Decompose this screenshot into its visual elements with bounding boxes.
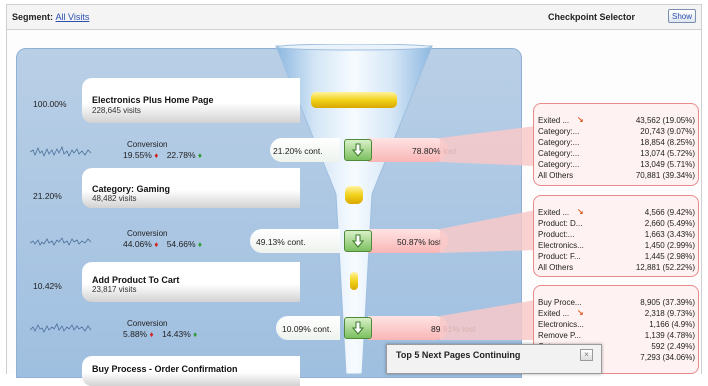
exit-row-value: 7,293 (34.06%) xyxy=(640,353,695,362)
exit-row-label: Exited ... xyxy=(538,309,570,318)
continue-percent: 21.20% cont. xyxy=(273,146,323,156)
exit-row-value: 4,566 (9.42%) xyxy=(644,208,695,217)
exit-row-value: 2,318 (9.73%) xyxy=(644,309,695,318)
step-name: Electronics Plus Home Page xyxy=(92,95,214,105)
exit-row-label: Category:... xyxy=(538,138,580,147)
exit-row-label: All Others xyxy=(538,171,574,180)
segment-label-text: Segment: xyxy=(12,12,54,22)
sparkline xyxy=(30,145,92,158)
continue-percent: 49.13% cont. xyxy=(256,237,306,247)
up-arrow-icon: ♦ xyxy=(197,151,202,160)
exit-row-label: Remove P... xyxy=(538,331,581,340)
step-visits: 48,482 visits xyxy=(92,194,137,203)
step-percent: 21.20% xyxy=(33,191,62,201)
exit-row-value: 1,450 (2.99%) xyxy=(644,241,695,250)
exit-row-label: Product:... xyxy=(538,230,575,239)
down-arrow-icon: ♦ xyxy=(149,330,154,339)
exit-row-value: 8,905 (37.39%) xyxy=(640,298,695,307)
exit-row-label: Exited ... xyxy=(538,208,570,217)
exit-row-value: 13,049 (5.71%) xyxy=(640,160,695,169)
down-arrow-icon xyxy=(352,321,364,335)
step-name: Category: Gaming xyxy=(92,184,171,194)
exit-arrow-icon: ↘ xyxy=(577,308,584,317)
conversion-rate-b: 14.43% xyxy=(161,329,191,339)
show-button[interactable]: Show xyxy=(668,9,696,23)
exit-row-value: 12,881 (52.22%) xyxy=(635,263,695,272)
exit-row-value: 70,881 (39.34%) xyxy=(635,171,695,180)
exit-arrow-icon: ↘ xyxy=(577,115,584,124)
up-arrow-icon: ♦ xyxy=(197,240,202,249)
down-arrow-icon xyxy=(352,143,364,157)
continue-percent: 10.09% cont. xyxy=(282,324,332,334)
funnel-bar-step-2 xyxy=(345,186,363,204)
step-visits: 228,645 visits xyxy=(92,106,141,115)
conversion-label: Conversion xyxy=(127,319,168,328)
continue-arrow-button[interactable] xyxy=(344,317,372,339)
sparkline xyxy=(30,237,92,246)
conversion-rate-b: 54.66% xyxy=(166,239,196,249)
exit-row-label: Product: D... xyxy=(538,219,583,228)
segment-bar: Segment: All Visits Checkpoint Selector … xyxy=(6,4,702,30)
conversion-label: Conversion xyxy=(127,229,168,238)
segment-link[interactable]: All Visits xyxy=(56,12,90,22)
lost-percent: 50.87% lost xyxy=(397,237,442,247)
exit-row-value: 1,445 (2.98%) xyxy=(644,252,695,261)
exit-row-value: 2,660 (5.49%) xyxy=(644,219,695,228)
close-icon[interactable]: × xyxy=(580,349,593,361)
lost-wedges xyxy=(440,126,536,340)
step-visits: 23,817 visits xyxy=(92,285,137,294)
exit-row-value: 1,663 (3.43%) xyxy=(644,230,695,239)
exit-row-value: 43,562 (19.05%) xyxy=(635,116,695,125)
exit-row-value: 1,166 (4.9%) xyxy=(649,320,695,329)
down-arrow-icon xyxy=(352,234,364,248)
popup-title: Top 5 Next Pages Continuing xyxy=(396,350,521,360)
conversion-rate-a: 5.88% xyxy=(123,329,148,339)
conversion-rate-b: 22.78% xyxy=(166,150,196,160)
exit-row-label: Category:... xyxy=(538,127,580,136)
segment-label: Segment: All Visits xyxy=(12,12,89,22)
continue-arrow-button[interactable] xyxy=(344,230,372,252)
exit-row-label: All Others xyxy=(538,263,574,272)
conversion-rate-a: 19.55% xyxy=(123,150,152,160)
exit-row-label: Buy Proce... xyxy=(538,298,582,307)
checkpoint-selector-label: Checkpoint Selector xyxy=(548,12,636,22)
next-pages-popup: Top 5 Next Pages Continuing × xyxy=(386,344,602,374)
conversion-label: Conversion xyxy=(127,140,168,149)
up-arrow-icon: ♦ xyxy=(193,330,198,339)
exit-row-value: 18,854 (8.25%) xyxy=(640,138,695,147)
conversion-values: 19.55% ♦ 22.78% ♦ xyxy=(123,150,202,160)
exit-row-label: Electronics... xyxy=(538,320,584,329)
conversion-values: 5.88% ♦ 14.43% ♦ xyxy=(123,329,197,339)
sparkline xyxy=(30,323,92,333)
conversion-rate-a: 44.06% xyxy=(123,239,152,249)
exit-row-value: 13,074 (5.72%) xyxy=(640,149,695,158)
exit-row-label: Category:... xyxy=(538,160,580,169)
exit-row-value: 592 (2.49%) xyxy=(651,342,695,351)
down-arrow-icon: ♦ xyxy=(154,240,159,249)
exit-row-label: Electronics... xyxy=(538,241,584,250)
step-name: Buy Process - Order Confirmation xyxy=(92,364,238,374)
exit-arrow-icon: ↘ xyxy=(577,207,584,216)
exit-row-label: Exited ... xyxy=(538,116,570,125)
step-percent: 100.00% xyxy=(33,99,67,109)
exit-row-value: 20,743 (9.07%) xyxy=(640,127,695,136)
funnel-bar-step-3 xyxy=(350,272,358,290)
step-name: Add Product To Cart xyxy=(92,275,180,285)
exit-row-label: Product: F... xyxy=(538,252,581,261)
continue-arrow-button[interactable] xyxy=(344,139,372,161)
conversion-values: 44.06% ♦ 54.66% ♦ xyxy=(123,239,202,249)
exit-row-value: 1,139 (4.78%) xyxy=(644,331,695,340)
exit-row-label: Category:... xyxy=(538,149,580,158)
step-percent: 10.42% xyxy=(33,281,62,291)
down-arrow-icon: ♦ xyxy=(154,151,159,160)
funnel-bar-step-1 xyxy=(311,92,397,108)
